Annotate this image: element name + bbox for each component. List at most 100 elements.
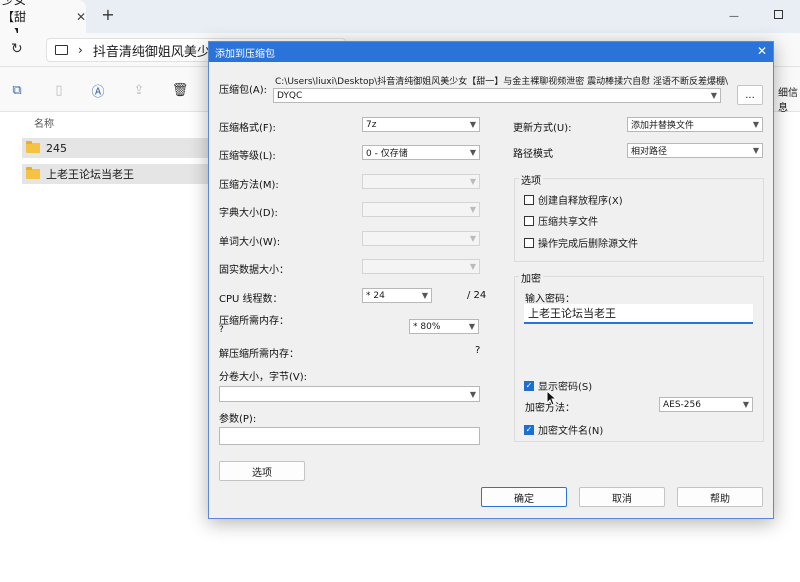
folder-icon (26, 141, 40, 153)
folder-icon (26, 167, 40, 179)
mouse-cursor-icon (546, 390, 558, 406)
enc-method-select[interactable]: AES-256 ▼ (659, 397, 753, 412)
split-label: 分卷大小，字节(V): (219, 372, 308, 383)
options-group-title: 选项 (519, 172, 543, 187)
dialog-titlebar: 添加到压缩包 (209, 42, 773, 62)
shared-checkbox[interactable]: 压缩共享文件 (524, 213, 598, 228)
address-path: 抖音清纯御姐风美少 (92, 44, 210, 60)
password-value: 上老王论坛当老王 (528, 307, 616, 320)
archive-name-combo[interactable]: DYQC ▼ (273, 88, 721, 103)
archive-label: 压缩包(A): (219, 85, 268, 96)
options-button[interactable]: 选项 (219, 461, 305, 481)
enc-method-value: AES-256 (663, 399, 701, 410)
check-icon[interactable]: ✓ (524, 424, 534, 435)
help-button[interactable]: 帮助 (677, 487, 763, 507)
solid-select[interactable]: ▼ (362, 259, 480, 274)
mem-label: 压缩所需内存： (219, 316, 289, 327)
sfx-label: 创建自释放程序(X) (538, 196, 623, 207)
chevron-down-icon: ▼ (469, 177, 477, 186)
browse-button[interactable]: ... (737, 85, 763, 105)
refresh-icon[interactable]: ↻ (11, 41, 23, 57)
params-input[interactable] (219, 427, 480, 445)
cancel-button[interactable]: 取消 (579, 487, 665, 507)
chevron-down-icon: ▼ (752, 120, 760, 129)
chevron-down-icon: ▼ (469, 148, 477, 157)
tab-bar (0, 0, 800, 33)
list-item[interactable]: 上老王论坛当老王 (22, 164, 208, 184)
archive-path: C:\Users\liuxi\Desktop\抖音清纯御姐风美少女【甜一】与金主… (275, 77, 729, 87)
shared-label: 压缩共享文件 (538, 217, 598, 228)
dict-label: 字典大小(D): (219, 208, 278, 219)
share-icon[interactable]: ⇪ (131, 82, 147, 98)
password-input[interactable]: 上老王论坛当老王 (524, 304, 753, 324)
check-icon[interactable]: ✓ (524, 380, 534, 391)
mem-value: * 80% (413, 321, 441, 332)
word-label: 单词大小(W): (219, 237, 281, 248)
close-tab-icon[interactable]: ✕ (76, 10, 86, 24)
decomp-q: ? (475, 345, 481, 356)
format-value: 7z (366, 119, 377, 130)
details-label[interactable]: 细信息 (778, 84, 800, 114)
mem-select[interactable]: * 80% ▼ (409, 319, 479, 334)
level-label: 压缩等级(L): (219, 151, 276, 162)
decomp-label: 解压缩所需内存： (219, 349, 299, 360)
chevron-down-icon: ▼ (469, 389, 477, 399)
method-select[interactable]: ▼ (362, 174, 480, 189)
add-to-archive-dialog: 添加到压缩包 ✕ 压缩包(A): C:\Users\liuxi\Desktop\… (208, 41, 774, 519)
format-select[interactable]: 7z ▼ (362, 117, 480, 132)
maximize-icon[interactable] (756, 0, 800, 31)
minimize-icon[interactable]: — (712, 0, 756, 33)
close-icon[interactable]: ✕ (757, 44, 767, 58)
chevron-down-icon: ▼ (469, 205, 477, 214)
checkbox-box[interactable] (524, 215, 534, 226)
copy-icon[interactable]: ⧉ (9, 82, 25, 98)
rename-icon[interactable]: Ⓐ (90, 82, 106, 100)
update-value: 添加并替换文件 (631, 121, 695, 131)
encrypt-names-label: 加密文件名(N) (538, 426, 604, 437)
level-select[interactable]: 0 - 仅存储 ▼ (362, 145, 480, 160)
list-item[interactable]: 245 (22, 138, 208, 158)
mem-q: ? (219, 325, 224, 335)
sfx-checkbox[interactable]: 创建自释放程序(X) (524, 192, 623, 207)
chevron-down-icon: ▼ (421, 291, 429, 300)
params-label: 参数(P): (219, 414, 257, 425)
paste-icon[interactable]: ▯ (51, 82, 67, 98)
item-name: 245 (46, 141, 67, 155)
explorer-tab[interactable]: 少女【甜一】 ✕ (0, 0, 86, 41)
checkbox-box[interactable] (524, 237, 534, 248)
solid-label: 固实数据大小： (219, 265, 289, 276)
pathmode-label: 路径模式 (513, 149, 553, 160)
word-select[interactable]: ▼ (362, 231, 480, 246)
split-combo[interactable]: ▼ (219, 386, 480, 402)
archive-name-value: DYQC (277, 90, 303, 101)
column-header-name[interactable]: 名称 (34, 115, 54, 130)
delete-source-checkbox[interactable]: 操作完成后删除源文件 (524, 235, 638, 250)
chevron-down-icon: ▼ (710, 91, 718, 100)
chevron-down-icon: ▼ (742, 400, 750, 409)
update-label: 更新方式(U): (513, 123, 572, 134)
threads-total: / 24 (467, 290, 487, 301)
update-select[interactable]: 添加并替换文件 ▼ (627, 117, 763, 132)
computer-icon (55, 45, 68, 55)
encryption-group-title: 加密 (519, 270, 543, 285)
password-label: 输入密码： (525, 294, 575, 305)
chevron-right-icon: › (78, 43, 83, 57)
delete-source-label: 操作完成后删除源文件 (538, 239, 638, 250)
new-tab-icon[interactable]: + (100, 7, 116, 24)
delete-icon[interactable]: 🗑 (172, 82, 189, 98)
item-name: 上老王论坛当老王 (46, 168, 134, 181)
dict-select[interactable]: ▼ (362, 202, 480, 217)
show-password-checkbox[interactable]: ✓ 显示密码(S) (524, 378, 592, 393)
checkbox-box[interactable] (524, 194, 534, 205)
chevron-down-icon: ▼ (469, 234, 477, 243)
encrypt-names-checkbox[interactable]: ✓ 加密文件名(N) (524, 422, 603, 437)
pathmode-value: 相对路径 (631, 147, 668, 157)
ok-button[interactable]: 确定 (481, 487, 567, 507)
threads-value: * 24 (366, 290, 385, 301)
threads-select[interactable]: * 24 ▼ (362, 288, 432, 303)
format-label: 压缩格式(F): (219, 123, 276, 134)
pathmode-select[interactable]: 相对路径 ▼ (627, 143, 763, 158)
method-label: 压缩方法(M): (219, 180, 279, 191)
threads-label: CPU 线程数： (219, 294, 283, 305)
chevron-down-icon: ▼ (469, 120, 477, 129)
